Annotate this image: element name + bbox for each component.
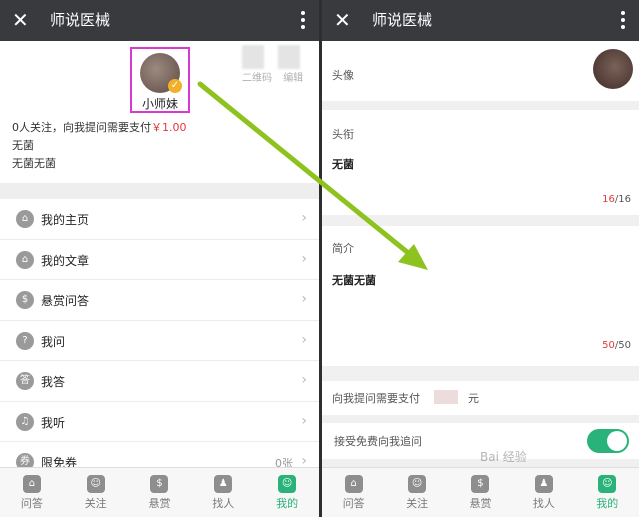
watermark: Bai 经验 <box>480 450 527 464</box>
arrow-shaft <box>197 81 415 259</box>
annotation-arrow <box>197 81 428 270</box>
